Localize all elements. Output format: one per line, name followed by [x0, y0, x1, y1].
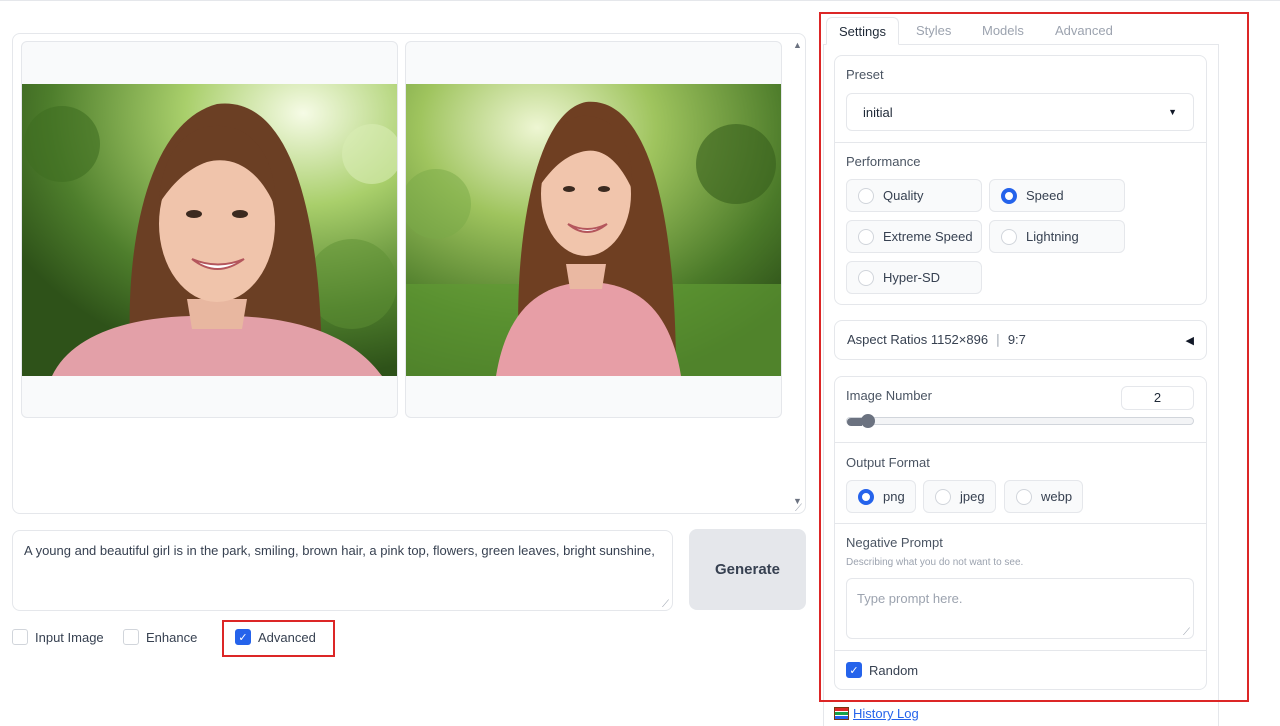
- enhance-checkbox[interactable]: [123, 629, 139, 645]
- top-border: [0, 0, 1280, 1]
- input-image-label: Input Image: [35, 629, 104, 645]
- input-image-checkbox[interactable]: [12, 629, 28, 645]
- prompt-input[interactable]: A young and beautiful girl is in the par…: [12, 530, 673, 611]
- generate-button[interactable]: Generate: [689, 529, 806, 610]
- scroll-up-arrow-icon[interactable]: ▲: [793, 40, 802, 50]
- history-log-icon: [834, 707, 849, 720]
- advanced-checkbox[interactable]: ✓: [235, 629, 251, 645]
- gallery-image-2[interactable]: [405, 41, 782, 418]
- input-image-checkbox-row[interactable]: Input Image: [12, 628, 104, 646]
- settings-highlight-box: [819, 12, 1249, 702]
- advanced-checkbox-row[interactable]: ✓ Advanced: [235, 628, 316, 646]
- portrait-image-1: [22, 84, 397, 376]
- enhance-checkbox-row[interactable]: Enhance: [123, 628, 197, 646]
- history-log-link[interactable]: History Log: [834, 706, 919, 721]
- prompt-resize-grip-icon[interactable]: ⟋: [662, 600, 669, 610]
- history-log-label[interactable]: History Log: [853, 706, 919, 721]
- portrait-image-2: [406, 84, 781, 376]
- output-gallery: [12, 33, 806, 514]
- gallery-image-1[interactable]: [21, 41, 398, 418]
- enhance-label: Enhance: [146, 629, 198, 645]
- resize-grip-icon[interactable]: ⟋: [795, 504, 802, 514]
- advanced-label: Advanced: [258, 629, 316, 645]
